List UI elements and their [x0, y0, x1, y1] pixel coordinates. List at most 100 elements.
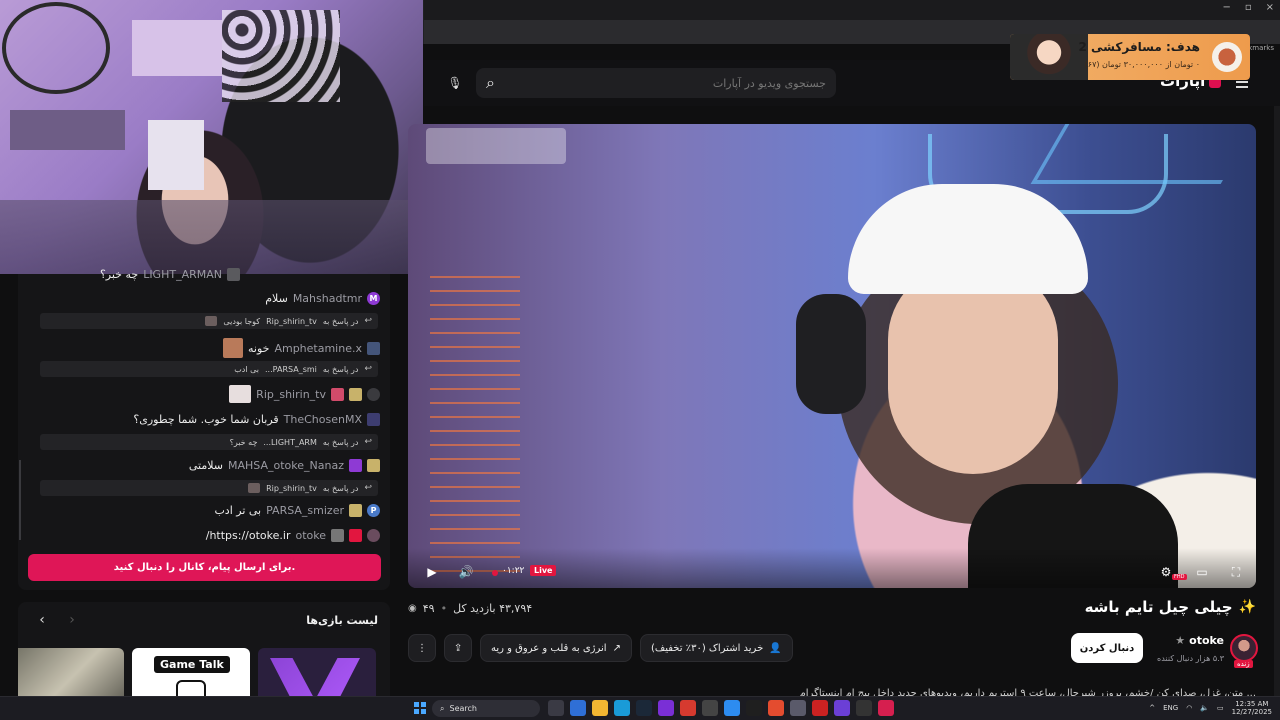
chrome-icon[interactable]: [768, 700, 784, 716]
broadcaster-badge-icon: [349, 529, 362, 542]
reply-user[interactable]: Rip_shirin_tv: [266, 484, 317, 493]
channel-name[interactable]: otoke: [1189, 634, 1224, 647]
edge-icon[interactable]: [614, 700, 630, 716]
channel-name-row: otoke ★: [1175, 634, 1224, 647]
app-icon[interactable]: [680, 700, 696, 716]
reply-prefix: در پاسخ به: [322, 483, 359, 493]
chat-user[interactable]: LIGHT_ARMAN: [143, 268, 222, 281]
wifi-icon[interactable]: ◠: [1186, 704, 1192, 712]
energy-label: انرژی به قلب و عروق و ریه: [491, 642, 607, 654]
tab-strip: [424, 0, 1280, 20]
app-icon[interactable]: [834, 700, 850, 716]
follow-button[interactable]: دنبال کردن: [1071, 633, 1143, 663]
volume-icon[interactable]: 🔊: [456, 564, 476, 580]
chevron-left-icon[interactable]: ‹: [32, 612, 52, 628]
headphones: [796, 294, 866, 414]
reply-user[interactable]: Rip_shirin_tv: [266, 317, 317, 326]
chat-user[interactable]: PARSA_smizer: [266, 504, 344, 517]
reply-bar: ↩ در پاسخ به Rip_shirin_tv کوجا بودیی: [40, 313, 378, 329]
search-icon[interactable]: ⌕: [486, 73, 495, 93]
chat-text: سلام: [265, 292, 288, 305]
user-badge-icon: [367, 413, 380, 426]
reply-prefix: در پاسخ به: [322, 316, 359, 326]
chevron-right-icon[interactable]: ›: [62, 612, 82, 628]
clock-time: 12:35 AM: [1235, 700, 1269, 708]
reply-user[interactable]: LIGHT_ARM...: [263, 438, 317, 447]
battery-icon[interactable]: ▭: [1217, 704, 1224, 712]
channel-avatar[interactable]: [1230, 634, 1258, 662]
video-title: چیلی چیل تایم باشه: [1084, 598, 1233, 616]
tray-lang[interactable]: ENG: [1163, 704, 1178, 712]
chat-user[interactable]: MAHSA_otoke_Nanaz: [228, 459, 344, 472]
reply-icon: ↩: [364, 364, 372, 374]
more-options-icon[interactable]: ⋮: [408, 634, 436, 662]
chat-message: LIGHT_ARMAN چه خبر؟: [100, 268, 240, 281]
buy-subscription-label: خرید اشتراک (۳۰٪ تخفیف): [650, 642, 764, 654]
reply-text: کوجا بودیی: [223, 316, 261, 326]
reply-text: چه خبر؟: [229, 437, 258, 447]
wall-poster: [132, 20, 222, 76]
user-badge-icon: M: [367, 292, 380, 305]
reply-bar: ↩ در پاسخ به PARSA_smi... بی ادب: [40, 361, 378, 377]
follow-to-chat-button[interactable]: برای ارسال پیام، کانال را دنبال کنید.: [28, 554, 381, 581]
buy-subscription-button[interactable]: 👤 خرید اشتراک (۳۰٪ تخفیف): [639, 634, 793, 662]
chat-text: چه خبر؟: [99, 268, 139, 281]
task-view-icon[interactable]: [548, 700, 564, 716]
app-icon[interactable]: [856, 700, 872, 716]
mini-fridge: [148, 120, 204, 190]
widgets-icon[interactable]: [570, 700, 586, 716]
reply-prefix: در پاسخ به: [322, 364, 359, 374]
chat-user[interactable]: Rip_shirin_tv: [256, 388, 326, 401]
chat-user[interactable]: TheChosenMX: [284, 413, 362, 426]
close-button[interactable]: ×: [1266, 2, 1274, 13]
steam-icon[interactable]: [636, 700, 652, 716]
page-scrollbar[interactable]: [1274, 106, 1280, 696]
chat-message: M Mahshadtmr سلام: [265, 292, 380, 305]
file-explorer-icon[interactable]: [592, 700, 608, 716]
ring-light: [2, 2, 110, 94]
chat-link[interactable]: https://otoke.ir/: [206, 529, 291, 542]
windows-start-icon[interactable]: [414, 702, 426, 714]
play-icon[interactable]: ▶: [422, 564, 442, 580]
search-bar[interactable]: ⌕: [476, 68, 836, 98]
user-avatar: [367, 529, 380, 542]
search-input[interactable]: [526, 76, 826, 90]
video-player[interactable]: ▶ 🔊 ۰۱:۲۲ Live ⚙ FHD ▭ ⛶: [408, 124, 1256, 588]
chat-user[interactable]: Amphetamine.x: [274, 342, 362, 355]
energy-button[interactable]: ↗ انرژی به قلب و عروق و ریه: [480, 634, 632, 662]
chat-message: MAHSA_otoke_Nanaz سلامتی: [189, 459, 380, 472]
emote: [223, 338, 243, 358]
tray-overflow-icon[interactable]: ^: [1149, 704, 1155, 712]
taskbar-search[interactable]: ⌕ Search: [432, 700, 540, 717]
emote: [229, 385, 252, 403]
maximize-button[interactable]: ▫: [1245, 2, 1252, 13]
clock[interactable]: 12:35 AM 12/27/2025: [1232, 700, 1272, 716]
chat-scrollbar[interactable]: [19, 460, 21, 540]
mic-icon[interactable]: 🎙: [442, 70, 468, 96]
miniplayer-icon[interactable]: ▭: [1192, 564, 1212, 580]
share-icon[interactable]: ⇪: [444, 634, 472, 662]
webcam-overlay: [0, 0, 423, 274]
goal-avatar: [1010, 34, 1088, 80]
shelf: [10, 110, 125, 150]
reply-user[interactable]: PARSA_smi...: [265, 365, 317, 374]
fairy-lights: [430, 264, 520, 584]
taskbar-apps: [548, 700, 894, 716]
app-icon[interactable]: [658, 700, 674, 716]
youtube-icon[interactable]: [878, 700, 894, 716]
app-icon[interactable]: [724, 700, 740, 716]
user-badge-icon: P: [367, 504, 380, 517]
app-icon[interactable]: [702, 700, 718, 716]
app-icon[interactable]: [812, 700, 828, 716]
app-icon[interactable]: [790, 700, 806, 716]
user-icon: 👤: [769, 642, 782, 654]
goal-subtitle: ۰ تومان از ۳۰,۰۰۰,۰۰۰ تومان (۶۷): [1084, 60, 1200, 69]
fullscreen-icon[interactable]: ⛶: [1226, 564, 1246, 580]
reply-icon: ↩: [364, 483, 372, 493]
chat-user[interactable]: Mahshadtmr: [293, 292, 362, 305]
minimize-button[interactable]: −: [1222, 2, 1230, 13]
app-icon[interactable]: [746, 700, 762, 716]
chat-user[interactable]: otoke: [295, 529, 326, 542]
game-card-label: Game Talk: [154, 656, 230, 673]
speaker-icon[interactable]: 🔈: [1200, 704, 1209, 712]
